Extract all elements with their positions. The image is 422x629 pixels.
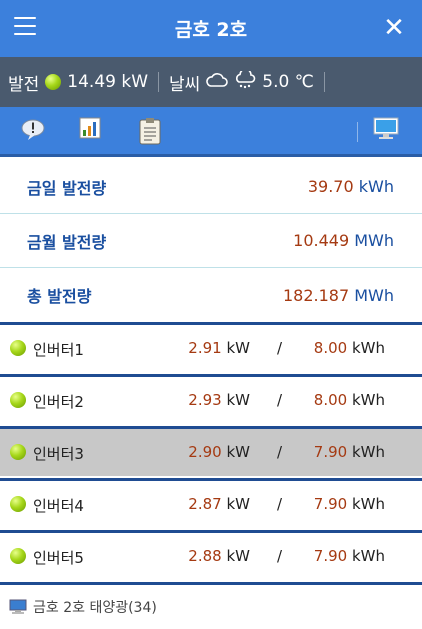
app-header: 금호 2호 ✕ (0, 0, 422, 57)
inverter-name: 인버터5 (33, 549, 84, 567)
summary-label: 금월 발전량 (27, 232, 107, 252)
summary-unit: MWh (354, 231, 394, 250)
list-item[interactable]: 인버터4 2.87 kW / 7.90 kWh (0, 478, 422, 528)
separator: / (277, 547, 283, 565)
status-dot-green (10, 340, 26, 356)
status-dot-green (10, 444, 26, 460)
status-dot-green (10, 548, 26, 564)
monitor-icon (9, 599, 27, 619)
inverter-power: 2.88 (188, 547, 222, 565)
energy-unit: kWh (351, 339, 385, 357)
inverter-energy: 8.00 (313, 391, 348, 409)
generation-label: 발전 (8, 74, 40, 95)
inverter-energy: 7.90 (313, 547, 348, 565)
summary-row-today: 금일 발전량 39.70 kWh (0, 160, 422, 214)
inverter-energy: 7.90 (313, 495, 348, 513)
toolbar (0, 107, 422, 157)
list-item[interactable]: 인버터2 2.93 kW / 8.00 kWh (0, 374, 422, 424)
inverter-power: 2.93 (188, 391, 222, 409)
alert-bubble-icon[interactable] (20, 117, 46, 143)
status-dot-green (45, 74, 62, 90)
summary-label: 총 발전량 (27, 287, 92, 306)
inverter-power: 2.90 (188, 443, 222, 461)
power-unit: kW (226, 443, 250, 461)
separator: / (277, 391, 283, 409)
inverter-name: 인버터2 (33, 393, 84, 411)
status-dot-green (10, 496, 26, 512)
bar-chart-icon[interactable] (79, 117, 105, 143)
summary-unit: MWh (354, 285, 394, 305)
snow-cloud-icon (234, 67, 256, 94)
power-unit: kW (226, 495, 250, 513)
energy-unit: kWh (351, 443, 385, 461)
weather-label: 날씨 (169, 74, 201, 95)
summary-label: 금일 발전량 (27, 178, 107, 198)
inverter-power: 2.87 (188, 495, 222, 513)
inverter-name: 인버터3 (33, 445, 84, 463)
divider (357, 122, 358, 142)
clipboard-icon[interactable] (138, 117, 164, 145)
close-icon[interactable]: ✕ (380, 12, 408, 44)
power-unit: kW (226, 547, 250, 565)
inverter-energy: 8.00 (313, 339, 348, 357)
generation-value: 14.49 kW (67, 72, 149, 92)
energy-unit: kWh (351, 495, 385, 513)
inverter-name: 인버터4 (33, 497, 84, 515)
status-dot-green (10, 392, 26, 408)
inverter-power: 2.91 (188, 339, 222, 357)
menu-icon[interactable] (14, 17, 36, 37)
power-unit: kW (226, 339, 250, 357)
separator: / (277, 495, 283, 513)
power-unit: kW (226, 391, 250, 409)
separator: / (277, 339, 283, 357)
divider (323, 72, 325, 92)
list-item[interactable]: 인버터5 2.88 kW / 7.90 kWh (0, 530, 422, 580)
list-item-selected[interactable]: 인버터3 2.90 kW / 7.90 kWh (0, 426, 422, 476)
separator: / (277, 443, 283, 461)
page-title: 금호 2호 (174, 19, 248, 41)
energy-unit: kWh (351, 391, 385, 409)
temperature-value: 5.0 ℃ (262, 72, 314, 92)
summary-unit: kWh (358, 177, 394, 196)
summary-value: 39.70 (307, 177, 354, 196)
plant-footer[interactable]: 금호 2호 태양광(34) (0, 582, 422, 629)
monitor-icon[interactable] (373, 117, 399, 143)
status-bar: 발전 14.49 kW 날씨 5.0 ℃ (0, 57, 422, 107)
summary-value: 182.187 (282, 285, 350, 305)
summary-row-total: 총 발전량 182.187 MWh (0, 268, 422, 322)
divider (158, 72, 160, 92)
plant-name: 금호 2호 태양광(34) (33, 600, 157, 616)
energy-unit: kWh (351, 547, 385, 565)
inverter-energy: 7.90 (313, 443, 348, 461)
summary-value: 10.449 (293, 231, 350, 250)
summary-row-month: 금월 발전량 10.449 MWh (0, 214, 422, 268)
inverter-name: 인버터1 (33, 341, 84, 359)
cloud-icon (206, 72, 229, 93)
list-item[interactable]: 인버터1 2.91 kW / 8.00 kWh (0, 322, 422, 372)
